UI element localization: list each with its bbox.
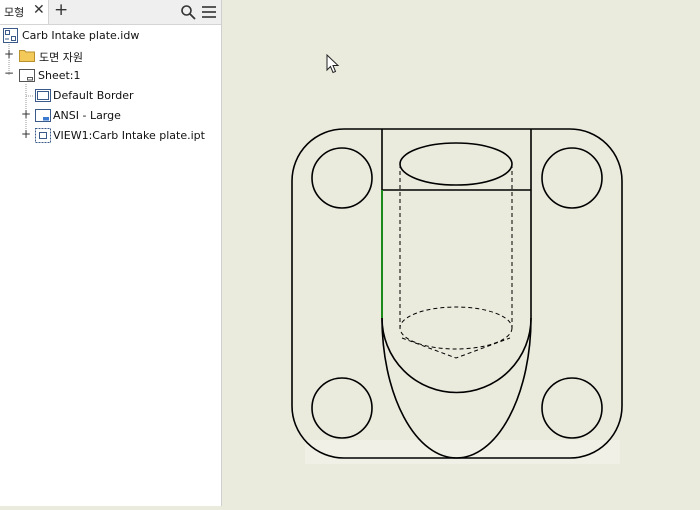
mouse-pointer-icon — [326, 54, 340, 74]
hole-bottom-right — [541, 377, 603, 439]
tree-item-sheet-1[interactable]: − Sheet:1 — [0, 66, 221, 86]
drawing-document-icon — [3, 28, 18, 43]
hidden-drill-tip — [401, 337, 511, 359]
border-icon — [35, 89, 51, 102]
hole-bottom-left — [311, 377, 373, 439]
tree-item-label: Default Border — [53, 89, 134, 102]
bore-top-ellipse — [399, 142, 513, 186]
title-block-icon — [35, 109, 51, 122]
tree-item-label: Sheet:1 — [38, 69, 81, 82]
plate-outline — [291, 128, 623, 459]
sheet-icon — [19, 69, 35, 82]
tree-root[interactable]: Carb Intake plate.idw — [0, 26, 221, 46]
expand-icon[interactable]: + — [4, 47, 14, 61]
tree-item-default-border[interactable]: Default Border — [0, 86, 221, 106]
tree-item-label: ANSI - Large — [53, 109, 121, 122]
hidden-bore-bottom-ellipse — [399, 306, 513, 350]
expand-icon[interactable]: + — [21, 107, 31, 121]
tree-item-title-block[interactable]: + ANSI - Large — [0, 106, 221, 126]
collapse-icon[interactable]: − — [4, 66, 14, 80]
hole-top-left — [311, 147, 373, 209]
tree-item-label: VIEW1:Carb Intake plate.ipt — [53, 129, 205, 142]
model-browser-panel: 모형 ✕ + Carb Intake plate.idw + 도면 자원 − S… — [0, 0, 222, 506]
hole-top-right — [541, 147, 603, 209]
boss-outer-arc — [381, 317, 532, 394]
tree-item-label: 도면 자원 — [39, 51, 83, 64]
carb-intake-plate-view — [291, 128, 623, 464]
tree-root-label: Carb Intake plate.idw — [22, 29, 140, 42]
tree-item-drawing-resources[interactable]: + 도면 자원 — [0, 46, 221, 66]
drawing-canvas[interactable] — [222, 0, 700, 506]
expand-icon[interactable]: + — [21, 127, 31, 141]
drawing-view-icon — [35, 128, 51, 143]
tree-item-view1[interactable]: + VIEW1:Carb Intake plate.ipt — [0, 126, 221, 146]
folder-icon — [19, 50, 35, 62]
view-boundary — [305, 440, 620, 464]
